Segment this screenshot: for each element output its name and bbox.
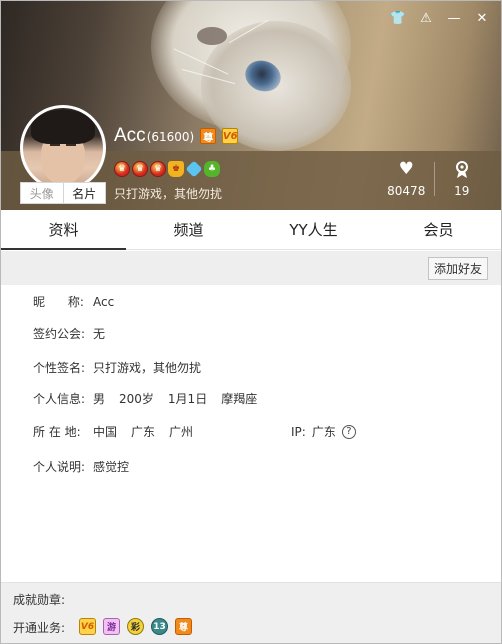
crown-medal-icon[interactable]: ♛	[132, 161, 148, 177]
tab-yy-life[interactable]: YY人生	[251, 210, 376, 249]
stats: ♥ 80478 19	[379, 156, 489, 202]
nickname: Acc	[114, 125, 146, 146]
report-icon[interactable]: ⚠	[417, 9, 435, 27]
signature-value: 只打游戏，其他勿扰	[93, 361, 202, 375]
clover-medal-icon[interactable]: ♣	[204, 161, 220, 177]
nickname-row: 昵 称: Acc	[33, 293, 114, 310]
profile-window: 👕 ⚠ — ✕ 头像 名片 Acc (61600) 尊 V6 ♛ ♛ ♛ ♚ ♣…	[0, 0, 502, 644]
avatar-tab-card[interactable]: 名片	[62, 183, 106, 203]
avatar[interactable]	[20, 105, 106, 191]
crown-medal-icon[interactable]: ♛	[114, 161, 130, 177]
game-service-icon[interactable]: 游	[103, 618, 120, 635]
achievements-label: 成就勋章:	[13, 593, 66, 607]
guild-row: 签约公会: 无	[33, 325, 105, 342]
diamond-medal-icon[interactable]	[185, 160, 203, 178]
tab-channel[interactable]: 频道	[126, 210, 251, 249]
close-button[interactable]: ✕	[473, 9, 491, 27]
likes-stat[interactable]: ♥ 80478	[379, 156, 434, 202]
medals-row: ♛ ♛ ♛ ♚ ♣	[114, 160, 220, 178]
guild-value: 无	[93, 327, 106, 341]
field-label: 签约公会:	[33, 327, 86, 341]
window-controls: 👕 ⚠ — ✕	[389, 9, 491, 27]
zun-service-icon[interactable]: 尊	[175, 618, 192, 635]
profile-tabs: 资料 频道 YY人生 会员	[1, 210, 501, 250]
add-friend-button[interactable]: 添加好友	[427, 257, 488, 280]
country-value: 中国	[93, 425, 118, 439]
ip-group: IP: 广东 ?	[291, 423, 356, 440]
age-value: 200岁	[119, 392, 154, 406]
minimize-button[interactable]: —	[445, 9, 463, 27]
crown-medal-icon[interactable]: ♛	[150, 161, 166, 177]
vip-service-icon[interactable]: V6	[79, 618, 96, 635]
description-row: 个人说明: 感觉控	[33, 458, 129, 475]
help-icon[interactable]: ?	[341, 424, 356, 439]
zodiac-value: 摩羯座	[221, 392, 258, 406]
field-label: 个人信息:	[33, 392, 86, 406]
medal-icon	[455, 160, 469, 181]
field-label: 昵 称:	[33, 295, 84, 309]
footer: 成就勋章: 开通业务: V6 游 彩 13 尊	[1, 582, 501, 643]
ip-label: IP:	[291, 424, 306, 439]
tab-member[interactable]: 会员	[376, 210, 501, 249]
header-signature: 只打游戏，其他勿扰	[114, 187, 223, 201]
services-label: 开通业务:	[13, 621, 66, 635]
nickname-line: Acc (61600) 尊 V6	[114, 125, 239, 147]
vip-badge-icon[interactable]: V6	[222, 128, 239, 144]
description-value: 感觉控	[93, 460, 130, 474]
nickname-value: Acc	[93, 294, 115, 309]
field-label: 个性签名:	[33, 361, 86, 375]
toolbar: 添加好友	[1, 251, 501, 285]
field-label: 所 在 地:	[33, 425, 81, 439]
medal-stat[interactable]: 19	[435, 156, 490, 202]
medal-count: 19	[454, 183, 470, 198]
yy-id: (61600)	[146, 130, 195, 144]
likes-count: 80478	[387, 183, 426, 198]
zun-badge-icon[interactable]: 尊	[200, 128, 217, 144]
personal-row: 个人信息: 男 200岁 1月1日 摩羯座	[33, 390, 257, 407]
lottery-service-icon[interactable]: 彩	[127, 618, 144, 635]
tab-info[interactable]: 资料	[1, 210, 126, 250]
province-value: 广东	[131, 425, 156, 439]
city-value: 广州	[169, 425, 194, 439]
hat-medal-icon[interactable]: ♚	[168, 161, 184, 177]
birthday-value: 1月1日	[167, 392, 208, 406]
heart-icon: ♥	[398, 158, 414, 179]
skin-icon[interactable]: 👕	[389, 9, 407, 27]
field-label: 个人说明:	[33, 460, 86, 474]
ip-value: 广东	[311, 425, 336, 439]
location-row: 所 在 地: 中国 广东 广州 IP: 广东 ?	[33, 423, 473, 440]
avatar-tabs: 头像 名片	[20, 182, 106, 204]
level-service-icon[interactable]: 13	[151, 618, 168, 635]
gender-value: 男	[93, 392, 106, 406]
signature-row: 个性签名: 只打游戏，其他勿扰	[33, 359, 201, 376]
avatar-tab-photo[interactable]: 头像	[21, 183, 63, 203]
